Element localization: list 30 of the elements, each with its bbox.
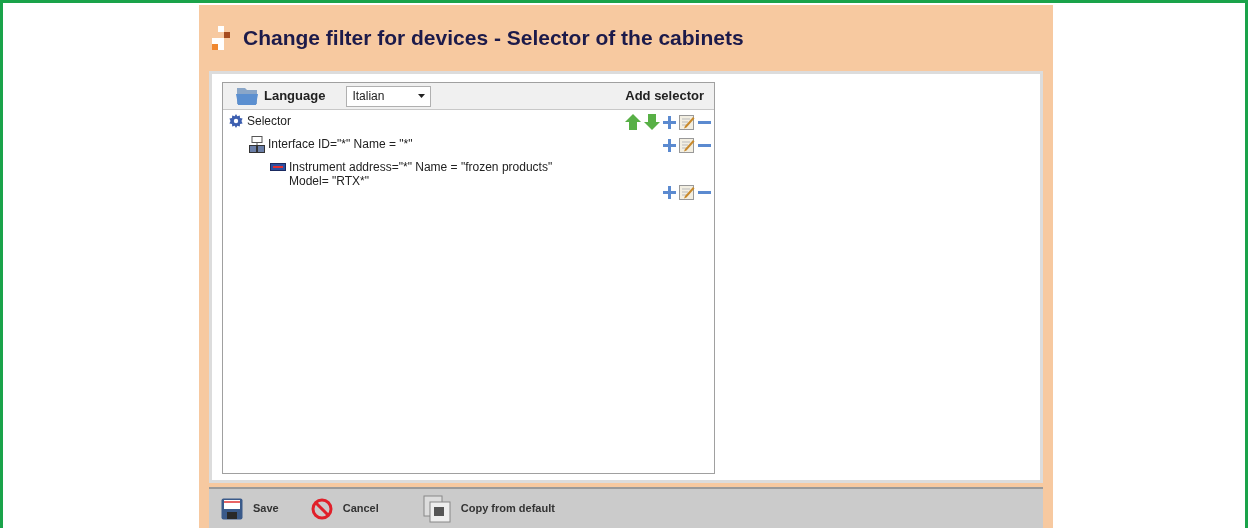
add-icon[interactable] [663, 115, 676, 129]
cancel-button[interactable]: Cancel [310, 497, 379, 520]
add-selector-link[interactable]: Add selector [625, 86, 704, 106]
prohibited-icon [310, 497, 333, 520]
logo-icon [211, 26, 231, 50]
gear-icon [229, 114, 243, 128]
move-up-icon[interactable] [625, 114, 641, 130]
move-down-icon[interactable] [644, 114, 660, 130]
remove-icon[interactable] [698, 190, 711, 194]
add-icon[interactable] [663, 185, 676, 199]
edit-icon[interactable] [679, 114, 695, 130]
add-icon[interactable] [663, 138, 676, 152]
dropdown-caret-icon [418, 94, 426, 98]
tree-item-label[interactable]: Selector [247, 114, 292, 128]
copy-icon [422, 494, 451, 523]
tree-item-label[interactable]: Interface ID="*" Name = "*" [268, 137, 413, 151]
edit-icon[interactable] [679, 184, 695, 200]
remove-icon[interactable] [698, 120, 711, 124]
folder-icon [235, 86, 259, 106]
instrument-icon [270, 163, 286, 171]
copy-button[interactable]: Copy from default [422, 494, 555, 523]
save-button[interactable]: Save [221, 497, 279, 520]
tree-item-label[interactable]: Instrument address="*" Name = "frozen products" [289, 160, 553, 174]
tree-item-label[interactable]: Model= "RTX*" [289, 174, 553, 188]
edit-icon[interactable] [679, 137, 695, 153]
language-label: Language [264, 87, 326, 106]
network-device-icon [249, 135, 265, 153]
window-title: Change filter for devices - Selector of the cabinets [243, 25, 744, 52]
remove-icon[interactable] [698, 143, 711, 147]
language-dropdown[interactable]: Italian [346, 85, 432, 107]
